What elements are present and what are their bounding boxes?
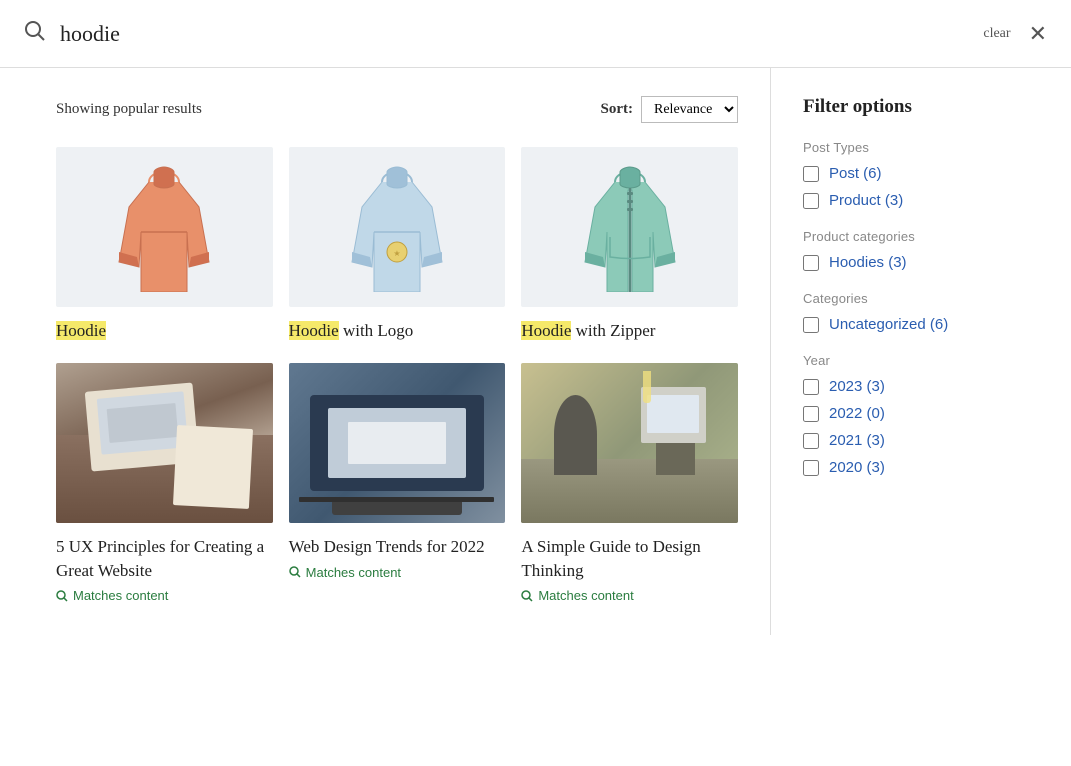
filter-item-2020[interactable]: 2020 (3) [803, 459, 1039, 476]
search-input[interactable] [60, 21, 983, 47]
filter-label-hoodies[interactable]: Hoodies (3) [829, 254, 907, 271]
filter-checkbox-uncategorized[interactable] [803, 317, 819, 333]
svg-text:★: ★ [393, 249, 400, 258]
filter-item-2021[interactable]: 2021 (3) [803, 432, 1039, 449]
sort-label: Sort: [601, 101, 634, 118]
filter-section-product-categories: Product categories Hoodies (3) [803, 229, 1039, 271]
product-card-hoodie-logo[interactable]: ★ Hoodie with Logo [289, 147, 506, 343]
post-image-design-thinking [521, 363, 738, 523]
filter-checkbox-2023[interactable] [803, 379, 819, 395]
product-grid: Hoodie ★ [56, 147, 738, 603]
post-image-web-design [289, 363, 506, 523]
filter-checkbox-product[interactable] [803, 193, 819, 209]
filter-section-post-types: Post Types Post (6) Product (3) [803, 140, 1039, 209]
results-panel: Showing popular results Sort: Relevance … [0, 68, 771, 635]
product-image-hoodie-logo: ★ [289, 147, 506, 307]
sort-container: Sort: Relevance Date Title [601, 96, 739, 123]
clear-button[interactable]: clear [983, 26, 1010, 42]
filter-label-product[interactable]: Product (3) [829, 192, 903, 209]
product-card-hoodie[interactable]: Hoodie [56, 147, 273, 343]
filter-label-2020[interactable]: 2020 (3) [829, 459, 885, 476]
filter-label-2022[interactable]: 2022 (0) [829, 405, 885, 422]
filter-checkbox-2021[interactable] [803, 433, 819, 449]
product-card-hoodie-zipper[interactable]: Hoodie with Zipper [521, 147, 738, 343]
search-icon [24, 20, 46, 48]
post-card-ux-principles[interactable]: 5 UX Principles for Creating a Great Web… [56, 363, 273, 604]
filter-item-2022[interactable]: 2022 (0) [803, 405, 1039, 422]
filter-checkbox-2022[interactable] [803, 406, 819, 422]
post-title-ux: 5 UX Principles for Creating a Great Web… [56, 535, 273, 583]
filter-label-2021[interactable]: 2021 (3) [829, 432, 885, 449]
product-title-hoodie-zipper: Hoodie with Zipper [521, 319, 738, 343]
filter-panel: Filter options Post Types Post (6) Produ… [771, 68, 1071, 635]
filter-section-title-categories: Categories [803, 291, 1039, 306]
filter-item-hoodies[interactable]: Hoodies (3) [803, 254, 1039, 271]
sort-select[interactable]: Relevance Date Title [641, 96, 738, 123]
product-image-hoodie [56, 147, 273, 307]
filter-checkbox-2020[interactable] [803, 460, 819, 476]
filter-item-uncategorized[interactable]: Uncategorized (6) [803, 316, 1039, 333]
main-container: Showing popular results Sort: Relevance … [0, 68, 1071, 635]
filter-section-categories: Categories Uncategorized (6) [803, 291, 1039, 333]
filter-checkbox-post[interactable] [803, 166, 819, 182]
post-card-design-thinking[interactable]: A Simple Guide to Design Thinking Matche… [521, 363, 738, 604]
filter-section-title-product-categories: Product categories [803, 229, 1039, 244]
filter-item-product[interactable]: Product (3) [803, 192, 1039, 209]
matches-content-web: Matches content [289, 565, 506, 580]
filter-item-post[interactable]: Post (6) [803, 165, 1039, 182]
post-card-web-design[interactable]: Web Design Trends for 2022 Matches conte… [289, 363, 506, 604]
post-image-ux-principles [56, 363, 273, 523]
filter-label-2023[interactable]: 2023 (3) [829, 378, 885, 395]
product-title-hoodie: Hoodie [56, 319, 273, 343]
filter-title: Filter options [803, 96, 1039, 118]
filter-label-post[interactable]: Post (6) [829, 165, 882, 182]
filter-label-uncategorized[interactable]: Uncategorized (6) [829, 316, 948, 333]
matches-content-design: Matches content [521, 588, 738, 603]
search-bar: clear ✕ [0, 0, 1071, 68]
results-header: Showing popular results Sort: Relevance … [56, 96, 738, 123]
product-title-hoodie-logo: Hoodie with Logo [289, 319, 506, 343]
showing-text: Showing popular results [56, 101, 202, 118]
filter-section-title-year: Year [803, 353, 1039, 368]
filter-section-title-post-types: Post Types [803, 140, 1039, 155]
post-title-design-thinking: A Simple Guide to Design Thinking [521, 535, 738, 583]
filter-section-year: Year 2023 (3) 2022 (0) 2021 (3) 2020 (3) [803, 353, 1039, 476]
filter-item-2023[interactable]: 2023 (3) [803, 378, 1039, 395]
close-button[interactable]: ✕ [1029, 21, 1047, 47]
product-image-hoodie-zipper [521, 147, 738, 307]
matches-content-ux: Matches content [56, 588, 273, 603]
post-title-web-design: Web Design Trends for 2022 [289, 535, 506, 559]
filter-checkbox-hoodies[interactable] [803, 255, 819, 271]
